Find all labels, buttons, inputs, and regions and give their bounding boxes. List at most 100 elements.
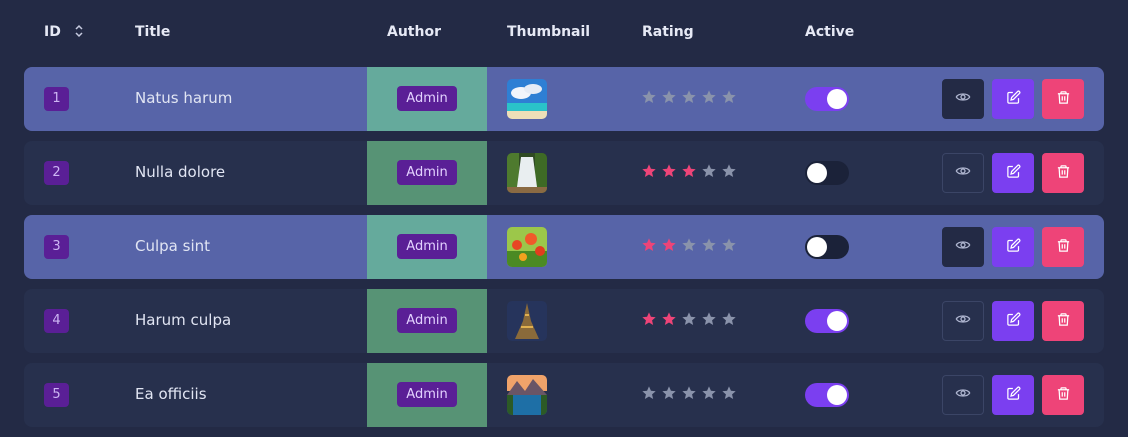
toggle-knob: [807, 237, 827, 257]
row-title: Nulla dolore: [135, 163, 226, 181]
eye-icon: [955, 89, 971, 109]
edit-button[interactable]: [992, 79, 1034, 119]
column-header-author[interactable]: Author: [387, 24, 441, 40]
column-header-rating[interactable]: Rating: [642, 24, 694, 40]
toggle-knob: [827, 385, 847, 405]
view-button[interactable]: [942, 227, 984, 267]
pencil-icon: [1006, 312, 1021, 331]
active-toggle[interactable]: [805, 309, 849, 333]
active-toggle[interactable]: [805, 161, 849, 185]
delete-button[interactable]: [1042, 227, 1084, 267]
eye-icon: [955, 311, 971, 331]
star-empty-icon[interactable]: [701, 311, 717, 327]
star-empty-icon[interactable]: [721, 163, 737, 179]
star-filled-icon[interactable]: [661, 237, 677, 253]
id-badge: 5: [44, 383, 69, 407]
column-header-id-label: ID: [44, 24, 61, 40]
row-title: Ea officiis: [135, 385, 207, 403]
star-empty-icon[interactable]: [681, 385, 697, 401]
delete-button[interactable]: [1042, 79, 1084, 119]
star-rating[interactable]: [641, 89, 741, 109]
delete-button[interactable]: [1042, 301, 1084, 341]
pencil-icon: [1006, 164, 1021, 183]
active-toggle[interactable]: [805, 235, 849, 259]
trash-icon: [1056, 386, 1071, 405]
table-header: ID Title Author Thumbnail Rating Active: [0, 0, 1128, 66]
edit-button[interactable]: [992, 375, 1034, 415]
table-row[interactable]: 4 Harum culpa Admin: [24, 289, 1104, 353]
thumbnail-image: [507, 79, 547, 119]
edit-button[interactable]: [992, 227, 1034, 267]
thumbnail-image: [507, 301, 547, 341]
view-button[interactable]: [942, 79, 984, 119]
star-empty-icon[interactable]: [701, 89, 717, 105]
trash-icon: [1056, 312, 1071, 331]
star-empty-icon[interactable]: [661, 89, 677, 105]
delete-button[interactable]: [1042, 375, 1084, 415]
table-row[interactable]: 3 Culpa sint Admin: [24, 215, 1104, 279]
thumbnail-image: [507, 227, 547, 267]
thumbnail-image: [507, 375, 547, 415]
star-rating[interactable]: [641, 311, 741, 331]
star-rating[interactable]: [641, 163, 741, 183]
author-badge: Admin: [397, 382, 457, 407]
author-badge: Admin: [397, 86, 457, 111]
delete-button[interactable]: [1042, 153, 1084, 193]
pencil-icon: [1006, 90, 1021, 109]
star-empty-icon[interactable]: [721, 311, 737, 327]
eye-icon: [955, 163, 971, 183]
star-empty-icon[interactable]: [721, 89, 737, 105]
active-toggle[interactable]: [805, 383, 849, 407]
view-button[interactable]: [942, 375, 984, 415]
id-badge: 1: [44, 87, 69, 111]
star-empty-icon[interactable]: [661, 385, 677, 401]
star-empty-icon[interactable]: [641, 89, 657, 105]
id-badge: 2: [44, 161, 69, 185]
star-empty-icon[interactable]: [701, 237, 717, 253]
view-button[interactable]: [942, 153, 984, 193]
toggle-knob: [827, 89, 847, 109]
star-empty-icon[interactable]: [721, 385, 737, 401]
pencil-icon: [1006, 238, 1021, 257]
edit-button[interactable]: [992, 153, 1034, 193]
toggle-knob: [827, 311, 847, 331]
author-cell: Admin: [367, 363, 487, 427]
id-badge: 4: [44, 309, 69, 333]
sort-icon[interactable]: [74, 24, 84, 42]
star-empty-icon[interactable]: [641, 385, 657, 401]
edit-button[interactable]: [992, 301, 1034, 341]
author-badge: Admin: [397, 234, 457, 259]
column-header-title[interactable]: Title: [135, 24, 170, 40]
trash-icon: [1056, 90, 1071, 109]
star-filled-icon[interactable]: [641, 163, 657, 179]
star-filled-icon[interactable]: [661, 311, 677, 327]
author-cell: Admin: [367, 67, 487, 131]
star-rating[interactable]: [641, 237, 741, 257]
column-header-thumbnail[interactable]: Thumbnail: [507, 24, 590, 40]
star-filled-icon[interactable]: [641, 311, 657, 327]
star-empty-icon[interactable]: [681, 89, 697, 105]
table-row[interactable]: 1 Natus harum Admin: [24, 67, 1104, 131]
star-rating[interactable]: [641, 385, 741, 405]
star-filled-icon[interactable]: [641, 237, 657, 253]
pencil-icon: [1006, 386, 1021, 405]
star-empty-icon[interactable]: [701, 163, 717, 179]
row-title: Culpa sint: [135, 237, 210, 255]
author-cell: Admin: [367, 141, 487, 205]
column-header-id[interactable]: ID: [44, 24, 84, 42]
table-row[interactable]: 5 Ea officiis Admin: [24, 363, 1104, 427]
star-filled-icon[interactable]: [681, 163, 697, 179]
column-header-active[interactable]: Active: [805, 24, 854, 40]
star-empty-icon[interactable]: [721, 237, 737, 253]
table-row[interactable]: 2 Nulla dolore Admin: [24, 141, 1104, 205]
star-empty-icon[interactable]: [701, 385, 717, 401]
author-cell: Admin: [367, 289, 487, 353]
star-filled-icon[interactable]: [661, 163, 677, 179]
id-badge: 3: [44, 235, 69, 259]
view-button[interactable]: [942, 301, 984, 341]
author-cell: Admin: [367, 215, 487, 279]
thumbnail-image: [507, 153, 547, 193]
star-empty-icon[interactable]: [681, 311, 697, 327]
active-toggle[interactable]: [805, 87, 849, 111]
star-empty-icon[interactable]: [681, 237, 697, 253]
